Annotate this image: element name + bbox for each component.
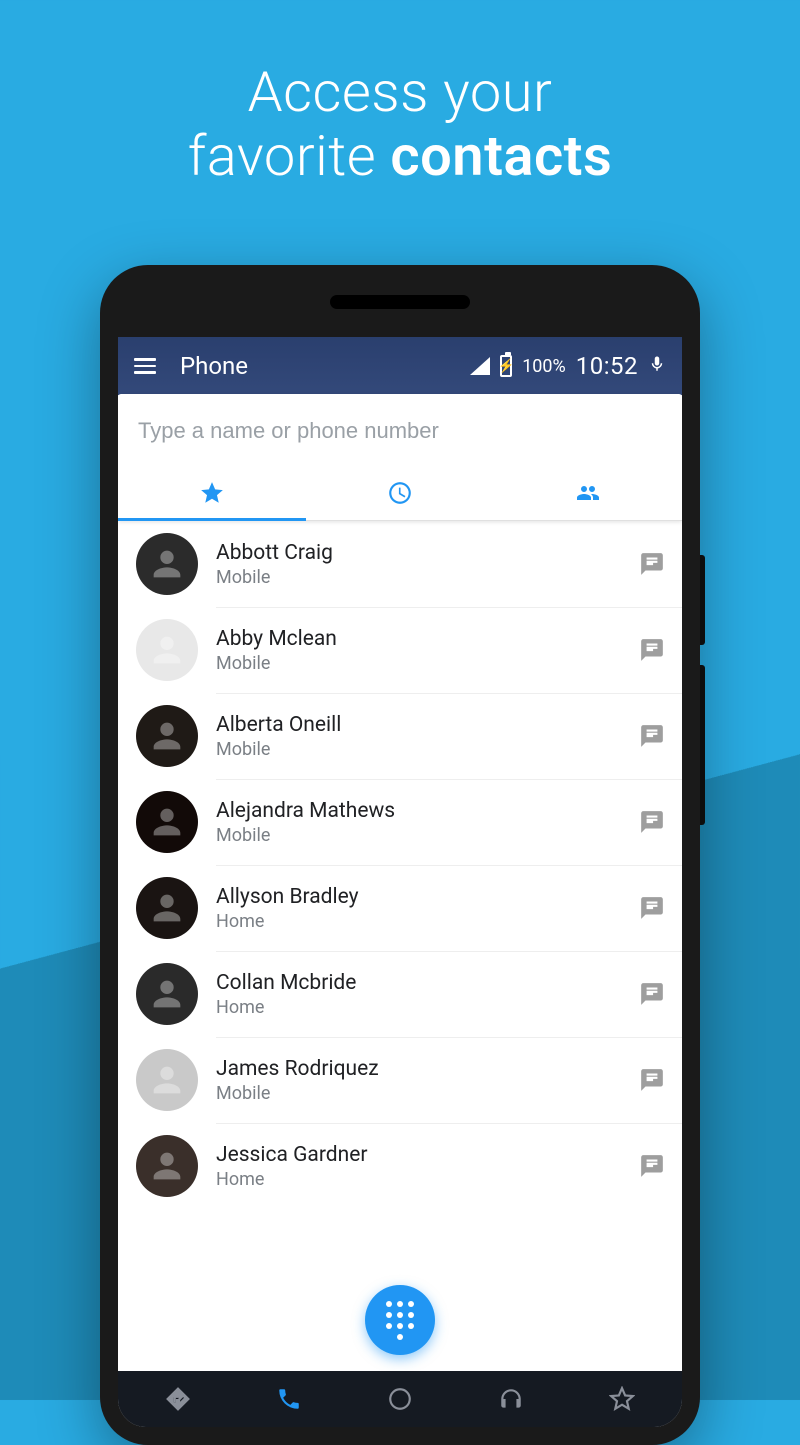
contact-label: Mobile <box>216 1083 620 1104</box>
avatar <box>136 877 198 939</box>
status-bar: Phone ⚡ 100% 10:52 <box>118 337 682 395</box>
nav-home[interactable] <box>380 1379 420 1419</box>
contact-label: Home <box>216 911 620 932</box>
nav-star[interactable] <box>602 1379 642 1419</box>
headline-line2-pre: favorite <box>188 123 391 189</box>
contact-name: Alberta Oneill <box>216 713 620 737</box>
mic-icon[interactable] <box>648 352 666 381</box>
contact-name: Allyson Bradley <box>216 885 620 909</box>
nav-headphones[interactable] <box>491 1379 531 1419</box>
nav-phone[interactable] <box>269 1379 309 1419</box>
avatar <box>136 619 198 681</box>
clock-icon <box>387 480 413 506</box>
phone-side-button <box>700 665 705 825</box>
contact-row[interactable]: Abbott CraigMobile <box>118 521 682 607</box>
avatar <box>136 705 198 767</box>
search-card <box>118 394 682 521</box>
contact-row[interactable]: James RodriquezMobile <box>118 1037 682 1123</box>
contact-row[interactable]: Alberta OneillMobile <box>118 693 682 779</box>
contact-row[interactable]: Collan McbrideHome <box>118 951 682 1037</box>
message-icon[interactable] <box>638 722 666 750</box>
contact-label: Home <box>216 1169 620 1190</box>
avatar <box>136 963 198 1025</box>
contact-name: James Rodriquez <box>216 1057 620 1081</box>
contact-name: Abbott Craig <box>216 541 620 565</box>
contact-info: Collan McbrideHome <box>216 971 620 1018</box>
contact-label: Mobile <box>216 825 620 846</box>
message-icon[interactable] <box>638 980 666 1008</box>
people-icon <box>573 481 603 505</box>
message-icon[interactable] <box>638 550 666 578</box>
app-title: Phone <box>180 352 248 380</box>
phone-speaker <box>330 295 470 309</box>
phone-side-button <box>700 555 705 645</box>
contact-info: James RodriquezMobile <box>216 1057 620 1104</box>
battery-icon: ⚡ <box>500 355 512 377</box>
contact-name: Abby Mclean <box>216 627 620 651</box>
contact-name: Collan Mcbride <box>216 971 620 995</box>
contact-info: Allyson BradleyHome <box>216 885 620 932</box>
contact-label: Mobile <box>216 739 620 760</box>
contact-label: Mobile <box>216 653 620 674</box>
avatar <box>136 1135 198 1197</box>
dialpad-fab[interactable] <box>365 1285 435 1355</box>
message-icon[interactable] <box>638 1152 666 1180</box>
headline-line1: Access your <box>248 59 553 125</box>
contact-row[interactable]: Jessica GardnerHome <box>118 1123 682 1209</box>
star-icon <box>199 480 225 506</box>
contact-row[interactable]: Abby McleanMobile <box>118 607 682 693</box>
avatar <box>136 1049 198 1111</box>
contact-info: Abbott CraigMobile <box>216 541 620 588</box>
battery-percent: 100% <box>522 356 566 377</box>
headline-line2-bold: contacts <box>390 123 612 189</box>
avatar <box>136 533 198 595</box>
contact-label: Mobile <box>216 567 620 588</box>
contact-list[interactable]: Abbott CraigMobileAbby McleanMobileAlber… <box>118 521 682 1371</box>
contact-info: Alejandra MathewsMobile <box>216 799 620 846</box>
message-icon[interactable] <box>638 894 666 922</box>
tab-recents[interactable] <box>306 466 494 520</box>
message-icon[interactable] <box>638 636 666 664</box>
message-icon[interactable] <box>638 1066 666 1094</box>
contact-info: Jessica GardnerHome <box>216 1143 620 1190</box>
nav-directions[interactable] <box>158 1379 198 1419</box>
contact-name: Alejandra Mathews <box>216 799 620 823</box>
contact-row[interactable]: Alejandra MathewsMobile <box>118 779 682 865</box>
contact-row[interactable]: Allyson BradleyHome <box>118 865 682 951</box>
signal-icon <box>470 357 490 375</box>
clock-time: 10:52 <box>576 352 638 380</box>
tab-favorites[interactable] <box>118 466 306 520</box>
tab-contacts[interactable] <box>494 466 682 520</box>
contact-info: Alberta OneillMobile <box>216 713 620 760</box>
contact-info: Abby McleanMobile <box>216 627 620 674</box>
contact-label: Home <box>216 997 620 1018</box>
menu-icon[interactable] <box>134 358 156 374</box>
bottom-nav <box>118 1371 682 1427</box>
message-icon[interactable] <box>638 808 666 836</box>
avatar <box>136 791 198 853</box>
marketing-headline: Access your favorite contacts <box>0 0 800 189</box>
dialpad-icon <box>386 1301 414 1340</box>
search-input[interactable] <box>118 394 682 466</box>
phone-frame: Phone ⚡ 100% 10:52 <box>100 265 700 1445</box>
tab-bar <box>118 466 682 521</box>
phone-screen: Phone ⚡ 100% 10:52 <box>118 337 682 1427</box>
contact-name: Jessica Gardner <box>216 1143 620 1167</box>
